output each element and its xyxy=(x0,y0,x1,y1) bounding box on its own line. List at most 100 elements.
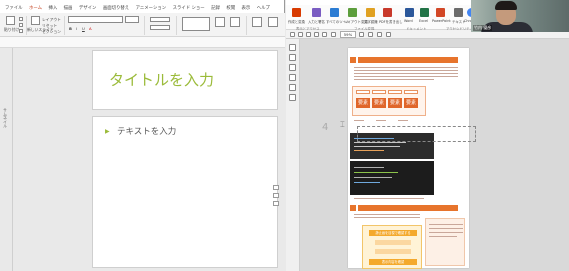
side-number: 4 xyxy=(322,122,329,133)
text-line xyxy=(354,67,458,68)
bold-icon[interactable]: B xyxy=(69,26,72,31)
font-size-select[interactable] xyxy=(125,16,139,23)
hand-tool-icon[interactable] xyxy=(386,32,391,37)
menu-animations[interactable]: アニメーション xyxy=(136,4,167,13)
document-view[interactable]: 4 ⌶ 要素 要素 要素 要素 静止画を目視で確認する 表示内容を確認 xyxy=(300,39,569,271)
menu-review[interactable]: 校閲 xyxy=(226,4,235,13)
presenter-name: 竹内 優彦 xyxy=(473,25,493,31)
powerpoint-label[interactable]: PowerPoint xyxy=(432,19,451,23)
card-footer: 表示内容を確認 xyxy=(369,259,417,265)
new-slide-icon[interactable] xyxy=(31,16,40,25)
menu-help[interactable]: ヘルプ xyxy=(257,4,270,13)
italic-icon[interactable]: I xyxy=(76,26,77,31)
bookmarks-icon[interactable] xyxy=(289,54,296,61)
excel-icon[interactable] xyxy=(420,8,429,17)
prev-page-icon[interactable] xyxy=(314,32,319,37)
menu-file[interactable]: ファイル xyxy=(5,4,23,13)
paste-button[interactable]: 貼り付け xyxy=(4,27,19,33)
underline-icon[interactable]: U xyxy=(82,26,85,31)
bullets-icon[interactable] xyxy=(150,17,170,22)
webcam-overlay: 竹内 優彦 xyxy=(471,0,569,32)
menu-draw[interactable]: 描画 xyxy=(64,4,73,13)
attachments-icon[interactable] xyxy=(289,64,296,71)
font-name-select[interactable] xyxy=(68,16,123,23)
font-color-icon[interactable]: A xyxy=(89,26,92,31)
paste-icon[interactable] xyxy=(6,16,15,25)
layout-convert-icon[interactable] xyxy=(348,8,357,17)
save-icon[interactable] xyxy=(298,32,303,37)
tile-outline xyxy=(372,90,386,94)
placeholder-insert-icons xyxy=(273,185,283,215)
element-tiles-figure: 要素 要素 要素 要素 xyxy=(352,86,426,116)
fill-sign-label[interactable]: 入力と署名 xyxy=(308,19,325,24)
word-label[interactable]: Word xyxy=(404,19,413,23)
element-tile: 要素 xyxy=(404,98,418,108)
zoom-input[interactable]: 59% xyxy=(340,31,356,38)
selection-rectangle xyxy=(357,126,476,142)
ocr-icon[interactable] xyxy=(366,8,375,17)
print-icon[interactable] xyxy=(306,32,311,37)
copy-icon[interactable] xyxy=(19,23,23,27)
text-line xyxy=(354,76,458,77)
text-cursor-icon: ⌶ xyxy=(340,120,345,129)
ocr-label[interactable]: 文字認識 xyxy=(364,19,378,24)
fit-page-icon[interactable] xyxy=(368,32,373,37)
next-page-icon[interactable] xyxy=(322,32,327,37)
align-icon[interactable] xyxy=(150,25,170,30)
format-painter-icon[interactable] xyxy=(19,29,23,33)
fill-sign-icon[interactable] xyxy=(312,8,321,17)
text-icon[interactable] xyxy=(454,8,463,17)
export-pdf-icon[interactable] xyxy=(383,8,392,17)
shapes-gallery[interactable] xyxy=(182,17,210,31)
pages-icon[interactable] xyxy=(289,44,296,51)
dictate-icon[interactable] xyxy=(268,17,278,27)
layers-icon[interactable] xyxy=(289,74,296,81)
card-item xyxy=(375,249,411,254)
home-icon[interactable] xyxy=(290,32,295,37)
cut-icon[interactable] xyxy=(19,17,23,21)
title-slide[interactable]: タイトルを入力 xyxy=(92,50,278,110)
insert-table-icon[interactable] xyxy=(273,185,279,190)
zoom-out-icon[interactable] xyxy=(331,32,336,37)
quick-styles-icon[interactable] xyxy=(230,17,240,27)
thumbnail-pane[interactable]: サムネイル xyxy=(0,48,13,271)
menu-design[interactable]: デザイン xyxy=(79,4,97,13)
text-line xyxy=(354,214,420,215)
menu-home[interactable]: ホーム xyxy=(29,5,42,13)
all-tools-icon[interactable] xyxy=(330,8,339,17)
content-slide[interactable]: ▶ テキストを入力 xyxy=(92,116,279,268)
note-box xyxy=(425,218,465,266)
text-line xyxy=(429,228,463,229)
slide-body-text[interactable]: テキストを入力 xyxy=(117,125,176,137)
code-line xyxy=(354,142,406,143)
menu-transitions[interactable]: 画面切り替え xyxy=(103,4,129,13)
section-number-badge xyxy=(350,57,356,63)
find-icon[interactable] xyxy=(252,17,262,27)
select-tool-icon[interactable] xyxy=(377,32,382,37)
slide-title[interactable]: タイトルを入力 xyxy=(109,69,214,90)
text-line xyxy=(429,224,463,225)
powerpoint-icon[interactable] xyxy=(436,8,445,17)
arrange-icon[interactable] xyxy=(215,17,225,27)
home-ribbon: 貼り付け 新しいスライド レイアウト リセット セクション B I U A xyxy=(0,13,285,46)
menu-slideshow[interactable]: スライド ショー xyxy=(173,4,205,13)
section-button[interactable]: セクション xyxy=(42,29,61,35)
export-pdf-label[interactable]: PDFを書き出し xyxy=(379,19,403,24)
menu-insert[interactable]: 挿入 xyxy=(48,4,57,13)
insert-media-icon[interactable] xyxy=(273,201,279,206)
menu-view[interactable]: 表示 xyxy=(242,4,251,13)
insert-picture-icon[interactable] xyxy=(273,193,279,198)
menu-record[interactable]: 記録 xyxy=(211,4,220,13)
ribbon-divider xyxy=(144,16,145,35)
comments-icon[interactable] xyxy=(289,84,296,91)
signatures-icon[interactable] xyxy=(289,94,296,101)
section-header-bar xyxy=(358,205,458,211)
zoom-in-icon[interactable] xyxy=(359,32,364,37)
word-icon[interactable] xyxy=(405,8,414,17)
ribbon-lower-strip xyxy=(0,37,285,48)
create-convert-icon[interactable] xyxy=(292,8,301,17)
excel-label[interactable]: Excel xyxy=(419,19,428,23)
create-convert-label[interactable]: 作成と変換 xyxy=(288,19,305,24)
pdf-page[interactable]: 要素 要素 要素 要素 静止画を目視で確認する 表示内容を確認 xyxy=(348,48,469,269)
ribbon-divider xyxy=(176,16,177,35)
